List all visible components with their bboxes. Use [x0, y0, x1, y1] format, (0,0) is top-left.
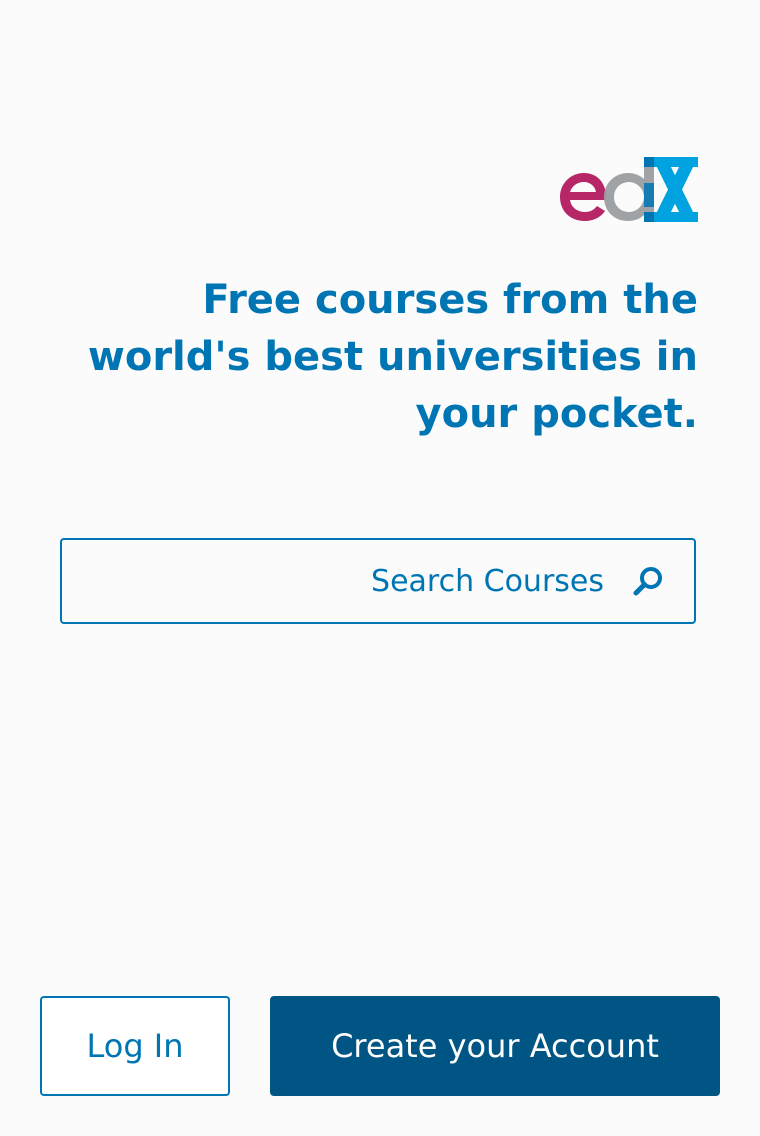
create-account-button[interactable]: Create your Account	[270, 996, 720, 1096]
search-icon[interactable]	[632, 564, 666, 598]
edx-logo	[560, 157, 698, 222]
welcome-screen: Free courses from the world's best unive…	[0, 0, 760, 1136]
tagline-heading: Free courses from the world's best unive…	[87, 277, 698, 437]
log-in-button[interactable]: Log In	[40, 996, 230, 1096]
search-courses-input[interactable]: Search Courses	[60, 538, 696, 624]
logo-x-glyph	[644, 157, 698, 222]
logo-e-glyph	[560, 173, 607, 221]
search-placeholder: Search Courses	[371, 563, 604, 599]
